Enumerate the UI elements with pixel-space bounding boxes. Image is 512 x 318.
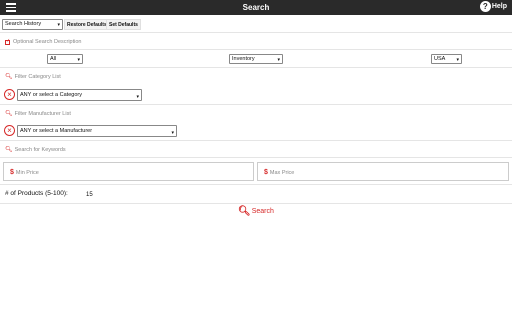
category-filter-label: Filter Category List [14,73,61,80]
min-price-field[interactable]: $ Min Price [3,162,254,181]
status-value: All [50,56,57,62]
max-price-field[interactable]: $ Max Price [257,162,509,181]
max-price-placeholder: Max Price [269,170,295,176]
divider [0,104,512,105]
clear-manufacturer-button[interactable]: × [4,125,15,136]
chevron-down-icon: ▾ [57,22,60,28]
dollar-icon: $ [10,169,14,176]
search-button[interactable]: 🔍︎ Search [238,206,274,217]
country-value: USA [434,56,446,62]
search-button-label: Search [251,208,274,215]
divider [0,140,512,141]
clear-category-button[interactable]: × [4,89,15,100]
category-filter[interactable]: 🔍︎ Filter Category List [5,73,61,81]
product-count-label: # of Products (5-100): [5,190,68,197]
chevron-down-icon: ▾ [77,57,80,63]
keywords-field[interactable]: 🔍︎ Search for Keywords [5,146,66,154]
page-title: Search [242,3,270,12]
search-history-select[interactable]: Search History ▾ [2,19,63,30]
top-bar: Search ? Help [0,0,512,15]
help-icon: ? [479,1,491,12]
manufacturer-select[interactable]: ANY or select a Manufacturer ▾ [17,125,177,137]
description-label: Optional Search Description [13,39,82,45]
category-select[interactable]: ANY or select a Category ▾ [17,89,142,101]
chevron-down-icon: ▾ [136,94,139,100]
restore-defaults-button[interactable]: Restore Defaults [64,19,110,30]
manufacturer-filter[interactable]: 🔍︎ Filter Manufacturer List [5,110,71,118]
search-icon: 🔍︎ [5,111,13,117]
type-value: Inventory [232,56,255,62]
divider [0,203,512,204]
divider [0,157,512,158]
type-select[interactable]: Inventory ▾ [229,54,283,64]
toolbar: Search History ▾ Restore Defaults Set De… [0,17,512,32]
description-field[interactable]: Optional Search Description [5,38,82,45]
chevron-down-icon: ▾ [456,57,459,63]
help-label: Help [491,3,507,10]
clear-icon: × [7,90,12,99]
country-select[interactable]: USA ▾ [431,54,462,64]
category-value: ANY or select a Category [20,92,82,98]
check-icon [5,38,10,45]
set-defaults-button[interactable]: Set Defaults [106,19,141,30]
chevron-down-icon: ▾ [171,130,174,136]
search-icon: 🔍︎ [5,74,13,80]
keywords-label: Search for Keywords [14,146,66,153]
help-button[interactable]: ? Help [479,1,507,12]
search-history-value: Search History [5,21,42,27]
chevron-down-icon: ▾ [277,57,280,63]
search-icon: 🔍︎ [238,206,251,217]
manufacturer-value: ANY or select a Manufacturer [20,128,93,134]
divider [0,184,512,185]
manufacturer-filter-label: Filter Manufacturer List [14,110,71,117]
divider [0,49,512,50]
product-count-input[interactable]: 15 [86,192,93,198]
status-select[interactable]: All ▾ [47,54,83,64]
dollar-icon: $ [264,169,268,176]
divider [0,32,512,33]
search-icon: 🔍︎ [5,147,13,153]
clear-icon: × [7,126,12,135]
min-price-placeholder: Min Price [15,170,39,176]
divider [0,67,512,68]
